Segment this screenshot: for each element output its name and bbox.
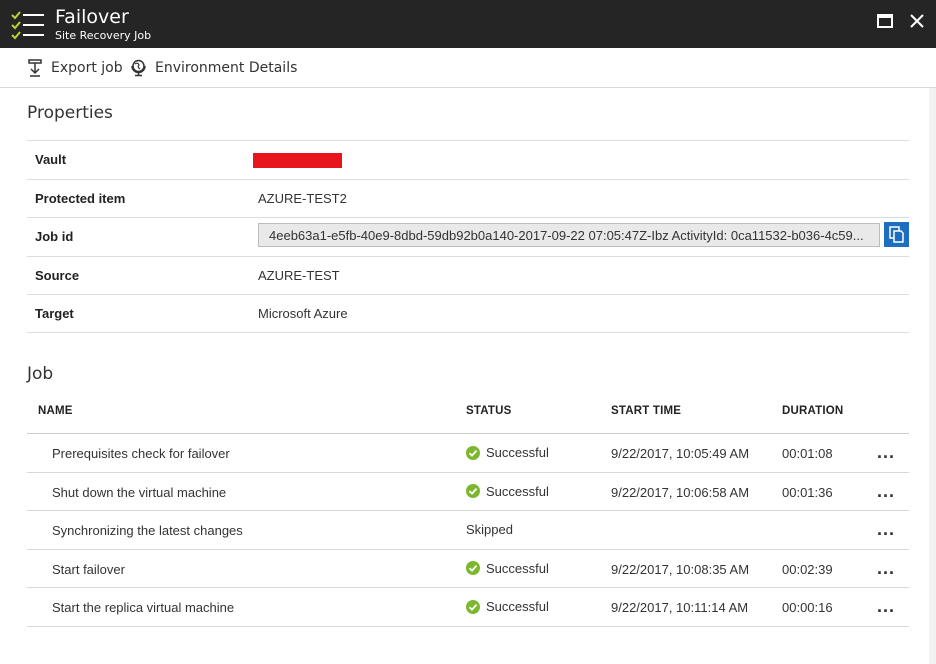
step-start-time: 9/22/2017, 10:08:35 AM — [611, 561, 750, 577]
more-options-button[interactable]: ... — [877, 443, 899, 465]
step-start-time: 9/22/2017, 10:06:58 AM — [611, 484, 750, 500]
step-status: Successful — [466, 445, 549, 460]
more-options-button[interactable]: ... — [877, 597, 899, 619]
table-row[interactable]: Shut down the virtual machine Successful… — [27, 473, 909, 512]
step-name: Synchronizing the latest changes — [52, 523, 243, 539]
export-job-button[interactable]: Export job — [27, 58, 123, 78]
checklist-icon — [11, 11, 44, 40]
environment-details-button[interactable]: Environment Details — [130, 58, 297, 78]
step-status: Successful — [466, 599, 549, 614]
vertical-scrollbar[interactable] — [929, 88, 936, 664]
export-icon — [28, 59, 42, 77]
command-bar: Export job Environment Details — [0, 48, 936, 88]
property-label: Target — [35, 306, 74, 321]
job-id-field[interactable]: 4eeb63a1-e5fb-40e9-8dbd-59db92b0a140-201… — [258, 223, 880, 247]
table-row[interactable]: Synchronizing the latest changes Skipped… — [27, 511, 909, 550]
property-label: Job id — [35, 229, 74, 244]
step-name: Prerequisites check for failover — [52, 446, 230, 461]
property-row-protected-item: Protected item AZURE-TEST2 — [27, 178, 909, 218]
column-header-status[interactable]: STATUS — [466, 405, 512, 417]
property-row-job-id: Job id 4eeb63a1-e5fb-40e9-8dbd-59db92b0a… — [27, 217, 909, 256]
table-header: NAME STATUS START TIME DURATION — [27, 396, 909, 434]
status-text: Successful — [486, 560, 549, 576]
step-name: Start failover — [52, 561, 125, 577]
step-status: Skipped — [466, 522, 513, 537]
property-value: AZURE-TEST — [258, 267, 340, 283]
environment-details-label: Environment Details — [155, 60, 298, 76]
more-options-button[interactable]: ... — [877, 482, 899, 504]
table-row[interactable]: Start the replica virtual machine Succes… — [27, 588, 909, 627]
redacted-vault-value — [253, 153, 342, 168]
column-header-duration[interactable]: DURATION — [782, 405, 843, 417]
properties-heading: Properties — [27, 103, 113, 123]
status-text: Successful — [486, 599, 549, 615]
step-duration: 00:01:36 — [782, 484, 833, 500]
job-steps-table: NAME STATUS START TIME DURATION Prerequi… — [27, 396, 909, 627]
property-label: Protected item — [35, 190, 126, 206]
property-row-vault: Vault — [27, 140, 909, 179]
property-label: Source — [35, 267, 80, 283]
blade-title: Failover — [55, 6, 129, 28]
status-text: Successful — [486, 445, 549, 460]
success-check-icon — [466, 445, 480, 460]
property-value: AZURE-TEST2 — [258, 190, 347, 206]
copy-button[interactable] — [884, 222, 909, 247]
more-options-button[interactable]: ... — [877, 520, 899, 542]
more-options-button[interactable]: ... — [877, 559, 899, 581]
step-name: Start the replica virtual machine — [52, 600, 235, 616]
job-heading: Job — [27, 364, 54, 384]
properties-grid: Vault Protected item AZURE-TEST2 Job id … — [27, 140, 909, 333]
step-duration: 00:01:08 — [782, 446, 833, 461]
step-duration: 00:02:39 — [782, 561, 833, 577]
close-button[interactable] — [906, 10, 928, 32]
globe-icon — [131, 59, 146, 77]
step-start-time: 9/22/2017, 10:05:49 AM — [611, 446, 750, 461]
close-icon — [910, 14, 924, 28]
property-row-source: Source AZURE-TEST — [27, 255, 909, 295]
property-value: Microsoft Azure — [258, 306, 348, 321]
maximize-icon — [877, 14, 893, 28]
column-header-start-time[interactable]: START TIME — [611, 405, 681, 417]
status-text: Successful — [486, 483, 549, 499]
export-job-label: Export job — [51, 60, 123, 76]
maximize-button[interactable] — [874, 10, 896, 32]
column-header-name[interactable]: NAME — [38, 405, 73, 417]
table-row[interactable]: Start failover Successful 9/22/2017, 10:… — [27, 550, 909, 589]
step-status: Successful — [466, 484, 549, 499]
table-row[interactable]: Prerequisites check for failover Success… — [27, 434, 909, 473]
step-duration: 00:00:16 — [782, 600, 833, 616]
property-label: Vault — [35, 152, 67, 167]
title-bar: Failover Site Recovery Job — [0, 0, 936, 48]
step-status: Successful — [466, 561, 549, 576]
success-check-icon — [466, 484, 480, 499]
step-name: Shut down the virtual machine — [52, 484, 227, 500]
blade-subtitle: Site Recovery Job — [55, 29, 152, 42]
property-row-target: Target Microsoft Azure — [27, 294, 909, 333]
success-check-icon — [466, 561, 480, 576]
success-check-icon — [466, 599, 480, 614]
copy-icon — [889, 226, 904, 243]
step-start-time: 9/22/2017, 10:11:14 AM — [611, 600, 749, 616]
status-text: Skipped — [466, 522, 513, 538]
